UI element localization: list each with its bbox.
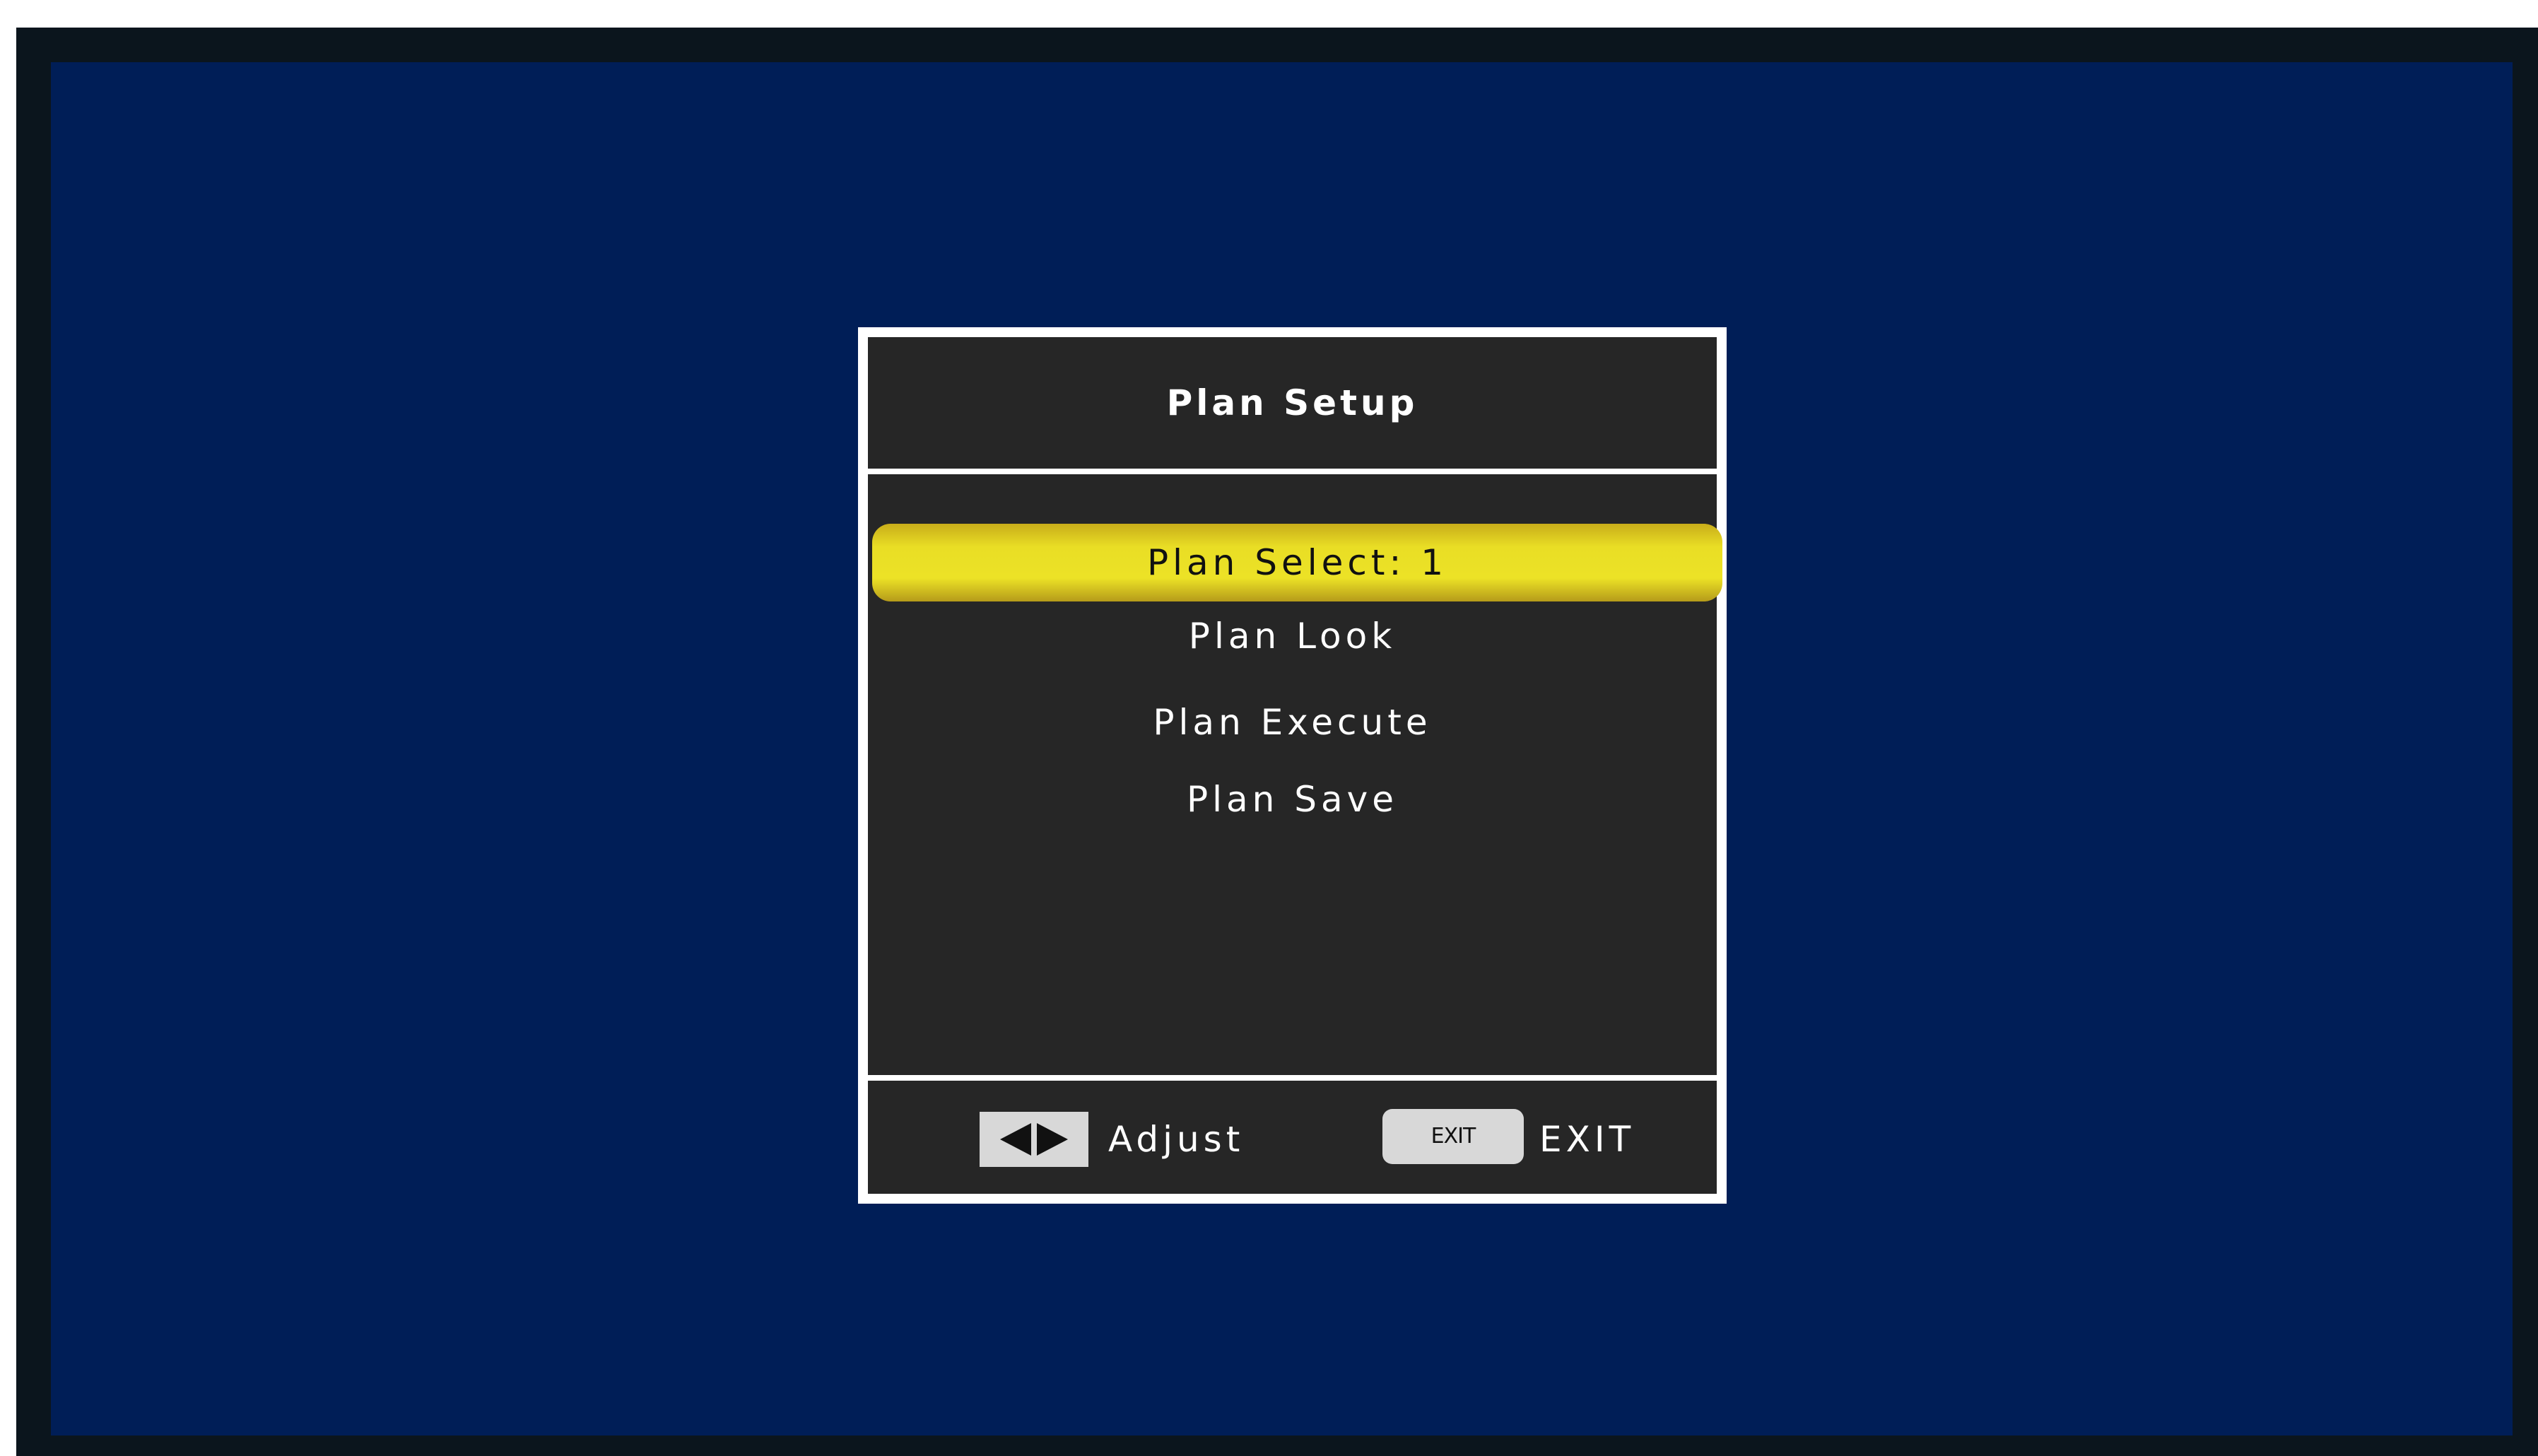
menu-item-plan-look[interactable]: Plan Look xyxy=(868,615,1717,657)
menu-item-plan-select[interactable]: Plan Select: 1 xyxy=(872,524,1722,601)
menu-item-plan-execute[interactable]: Plan Execute xyxy=(868,701,1717,744)
menu-item-plan-save[interactable]: Plan Save xyxy=(868,778,1717,821)
osd-header: Plan Setup xyxy=(868,337,1717,474)
left-right-arrows-icon xyxy=(980,1112,1088,1167)
osd-footer: Adjust EXIT EXIT xyxy=(868,1075,1717,1194)
adjust-label: Adjust xyxy=(1108,1119,1245,1160)
osd-menu-panel: Plan Setup Plan Select: 1 Plan Look Plan… xyxy=(858,327,1727,1204)
arrow-left-icon xyxy=(1000,1123,1031,1156)
screen: Plan Setup Plan Select: 1 Plan Look Plan… xyxy=(51,62,2513,1436)
exit-label: EXIT xyxy=(1539,1119,1635,1160)
osd-title: Plan Setup xyxy=(1166,382,1418,423)
osd-menu-list: Plan Select: 1 Plan Look Plan Execute Pl… xyxy=(868,474,1722,1082)
monitor-bezel: Plan Setup Plan Select: 1 Plan Look Plan… xyxy=(16,28,2538,1456)
arrow-right-icon xyxy=(1037,1123,1068,1156)
exit-key-icon[interactable]: EXIT xyxy=(1382,1109,1524,1164)
